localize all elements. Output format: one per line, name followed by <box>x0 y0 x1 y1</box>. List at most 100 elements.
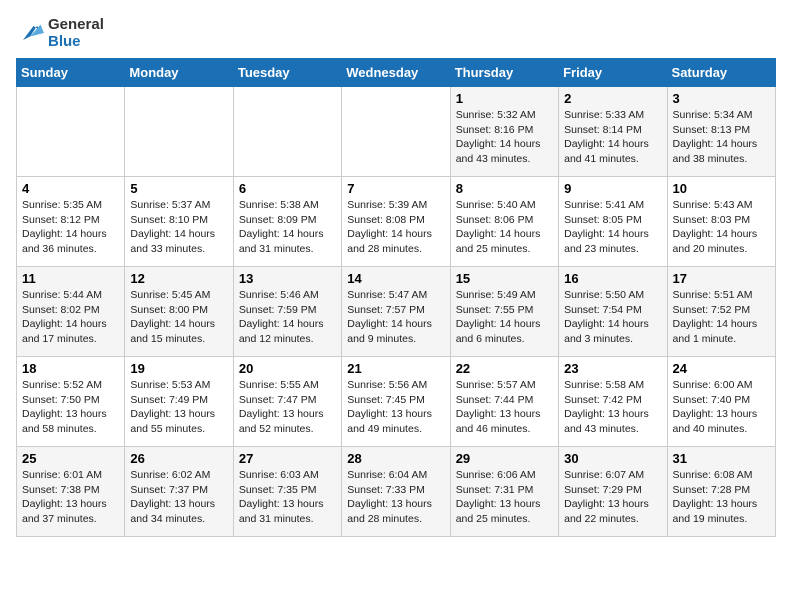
day-header-thursday: Thursday <box>450 59 558 87</box>
day-info: Sunrise: 5:55 AM Sunset: 7:47 PM Dayligh… <box>239 378 336 437</box>
day-info: Sunrise: 6:00 AM Sunset: 7:40 PM Dayligh… <box>673 378 770 437</box>
calendar-cell: 24 Sunrise: 6:00 AM Sunset: 7:40 PM Dayli… <box>667 357 775 447</box>
calendar-cell: 7 Sunrise: 5:39 AM Sunset: 8:08 PM Daylig… <box>342 177 450 267</box>
day-info: Sunrise: 5:56 AM Sunset: 7:45 PM Dayligh… <box>347 378 444 437</box>
day-info: Sunrise: 6:06 AM Sunset: 7:31 PM Dayligh… <box>456 468 553 527</box>
day-number: 12 <box>130 271 227 286</box>
day-info: Sunrise: 5:40 AM Sunset: 8:06 PM Dayligh… <box>456 198 553 257</box>
calendar-cell: 25Sunrise: 6:01 AM Sunset: 7:38 PM Dayli… <box>17 447 125 537</box>
calendar-week-3: 11Sunrise: 5:44 AM Sunset: 8:02 PM Dayli… <box>17 267 776 357</box>
calendar-cell: 3 Sunrise: 5:34 AM Sunset: 8:13 PM Daylig… <box>667 87 775 177</box>
day-number: 31 <box>673 451 770 466</box>
day-number: 11 <box>22 271 119 286</box>
calendar-cell: 21 Sunrise: 5:56 AM Sunset: 7:45 PM Dayli… <box>342 357 450 447</box>
day-number: 3 <box>673 91 770 106</box>
calendar-cell: 2 Sunrise: 5:33 AM Sunset: 8:14 PM Daylig… <box>559 87 667 177</box>
day-info: Sunrise: 5:38 AM Sunset: 8:09 PM Dayligh… <box>239 198 336 257</box>
day-info: Sunrise: 5:39 AM Sunset: 8:08 PM Dayligh… <box>347 198 444 257</box>
day-info: Sunrise: 5:33 AM Sunset: 8:14 PM Dayligh… <box>564 108 661 167</box>
day-number: 4 <box>22 181 119 196</box>
calendar-cell: 27 Sunrise: 6:03 AM Sunset: 7:35 PM Dayli… <box>233 447 341 537</box>
calendar-cell: 17 Sunrise: 5:51 AM Sunset: 7:52 PM Dayli… <box>667 267 775 357</box>
day-number: 18 <box>22 361 119 376</box>
day-number: 13 <box>239 271 336 286</box>
day-info: Sunrise: 5:52 AM Sunset: 7:50 PM Dayligh… <box>22 378 119 437</box>
day-number: 28 <box>347 451 444 466</box>
day-number: 25 <box>22 451 119 466</box>
day-info: Sunrise: 5:51 AM Sunset: 7:52 PM Dayligh… <box>673 288 770 347</box>
calendar-cell: 13 Sunrise: 5:46 AM Sunset: 7:59 PM Dayli… <box>233 267 341 357</box>
calendar-week-5: 25Sunrise: 6:01 AM Sunset: 7:38 PM Dayli… <box>17 447 776 537</box>
day-number: 17 <box>673 271 770 286</box>
calendar-cell <box>17 87 125 177</box>
day-number: 2 <box>564 91 661 106</box>
calendar-cell: 10Sunrise: 5:43 AM Sunset: 8:03 PM Dayli… <box>667 177 775 267</box>
day-info: Sunrise: 5:32 AM Sunset: 8:16 PM Dayligh… <box>456 108 553 167</box>
calendar-week-4: 18 Sunrise: 5:52 AM Sunset: 7:50 PM Dayli… <box>17 357 776 447</box>
day-number: 26 <box>130 451 227 466</box>
day-number: 15 <box>456 271 553 286</box>
calendar-cell: 30Sunrise: 6:07 AM Sunset: 7:29 PM Dayli… <box>559 447 667 537</box>
day-number: 29 <box>456 451 553 466</box>
day-header-monday: Monday <box>125 59 233 87</box>
day-info: Sunrise: 5:37 AM Sunset: 8:10 PM Dayligh… <box>130 198 227 257</box>
day-info: Sunrise: 5:49 AM Sunset: 7:55 PM Dayligh… <box>456 288 553 347</box>
day-number: 1 <box>456 91 553 106</box>
day-info: Sunrise: 6:08 AM Sunset: 7:28 PM Dayligh… <box>673 468 770 527</box>
day-info: Sunrise: 5:34 AM Sunset: 8:13 PM Dayligh… <box>673 108 770 167</box>
calendar-week-2: 4Sunrise: 5:35 AM Sunset: 8:12 PM Daylig… <box>17 177 776 267</box>
logo: General Blue <box>16 16 104 50</box>
day-header-wednesday: Wednesday <box>342 59 450 87</box>
calendar-cell: 22Sunrise: 5:57 AM Sunset: 7:44 PM Dayli… <box>450 357 558 447</box>
calendar-cell: 28 Sunrise: 6:04 AM Sunset: 7:33 PM Dayli… <box>342 447 450 537</box>
day-number: 22 <box>456 361 553 376</box>
day-info: Sunrise: 6:02 AM Sunset: 7:37 PM Dayligh… <box>130 468 227 527</box>
calendar-cell: 14 Sunrise: 5:47 AM Sunset: 7:57 PM Dayli… <box>342 267 450 357</box>
calendar-cell: 19 Sunrise: 5:53 AM Sunset: 7:49 PM Dayli… <box>125 357 233 447</box>
day-info: Sunrise: 6:04 AM Sunset: 7:33 PM Dayligh… <box>347 468 444 527</box>
header: General Blue <box>16 16 776 50</box>
day-number: 24 <box>673 361 770 376</box>
day-header-saturday: Saturday <box>667 59 775 87</box>
day-number: 21 <box>347 361 444 376</box>
day-info: Sunrise: 5:41 AM Sunset: 8:05 PM Dayligh… <box>564 198 661 257</box>
calendar-cell: 16Sunrise: 5:50 AM Sunset: 7:54 PM Dayli… <box>559 267 667 357</box>
day-header-friday: Friday <box>559 59 667 87</box>
calendar-cell: 12Sunrise: 5:45 AM Sunset: 8:00 PM Dayli… <box>125 267 233 357</box>
day-info: Sunrise: 6:03 AM Sunset: 7:35 PM Dayligh… <box>239 468 336 527</box>
calendar-cell <box>125 87 233 177</box>
day-number: 7 <box>347 181 444 196</box>
calendar-cell: 8 Sunrise: 5:40 AM Sunset: 8:06 PM Daylig… <box>450 177 558 267</box>
calendar-cell: 18 Sunrise: 5:52 AM Sunset: 7:50 PM Dayli… <box>17 357 125 447</box>
day-header-tuesday: Tuesday <box>233 59 341 87</box>
day-number: 6 <box>239 181 336 196</box>
day-info: Sunrise: 5:58 AM Sunset: 7:42 PM Dayligh… <box>564 378 661 437</box>
calendar-table: SundayMondayTuesdayWednesdayThursdayFrid… <box>16 58 776 537</box>
logo-bird-icon <box>16 19 44 47</box>
calendar-cell: 15 Sunrise: 5:49 AM Sunset: 7:55 PM Dayli… <box>450 267 558 357</box>
day-number: 14 <box>347 271 444 286</box>
calendar-cell: 11Sunrise: 5:44 AM Sunset: 8:02 PM Dayli… <box>17 267 125 357</box>
calendar-cell: 29 Sunrise: 6:06 AM Sunset: 7:31 PM Dayli… <box>450 447 558 537</box>
calendar-cell <box>342 87 450 177</box>
day-info: Sunrise: 5:47 AM Sunset: 7:57 PM Dayligh… <box>347 288 444 347</box>
day-number: 27 <box>239 451 336 466</box>
calendar-cell: 31 Sunrise: 6:08 AM Sunset: 7:28 PM Dayli… <box>667 447 775 537</box>
day-info: Sunrise: 5:53 AM Sunset: 7:49 PM Dayligh… <box>130 378 227 437</box>
day-info: Sunrise: 5:50 AM Sunset: 7:54 PM Dayligh… <box>564 288 661 347</box>
day-number: 5 <box>130 181 227 196</box>
day-number: 19 <box>130 361 227 376</box>
day-number: 9 <box>564 181 661 196</box>
day-info: Sunrise: 5:46 AM Sunset: 7:59 PM Dayligh… <box>239 288 336 347</box>
calendar-cell: 26 Sunrise: 6:02 AM Sunset: 7:37 PM Dayli… <box>125 447 233 537</box>
logo-text: General Blue <box>48 16 104 50</box>
calendar-cell: 23 Sunrise: 5:58 AM Sunset: 7:42 PM Dayli… <box>559 357 667 447</box>
calendar-cell: 6 Sunrise: 5:38 AM Sunset: 8:09 PM Daylig… <box>233 177 341 267</box>
calendar-cell: 1 Sunrise: 5:32 AM Sunset: 8:16 PM Daylig… <box>450 87 558 177</box>
day-number: 30 <box>564 451 661 466</box>
day-info: Sunrise: 5:43 AM Sunset: 8:03 PM Dayligh… <box>673 198 770 257</box>
day-number: 8 <box>456 181 553 196</box>
day-header-sunday: Sunday <box>17 59 125 87</box>
day-number: 23 <box>564 361 661 376</box>
calendar-cell: 20Sunrise: 5:55 AM Sunset: 7:47 PM Dayli… <box>233 357 341 447</box>
